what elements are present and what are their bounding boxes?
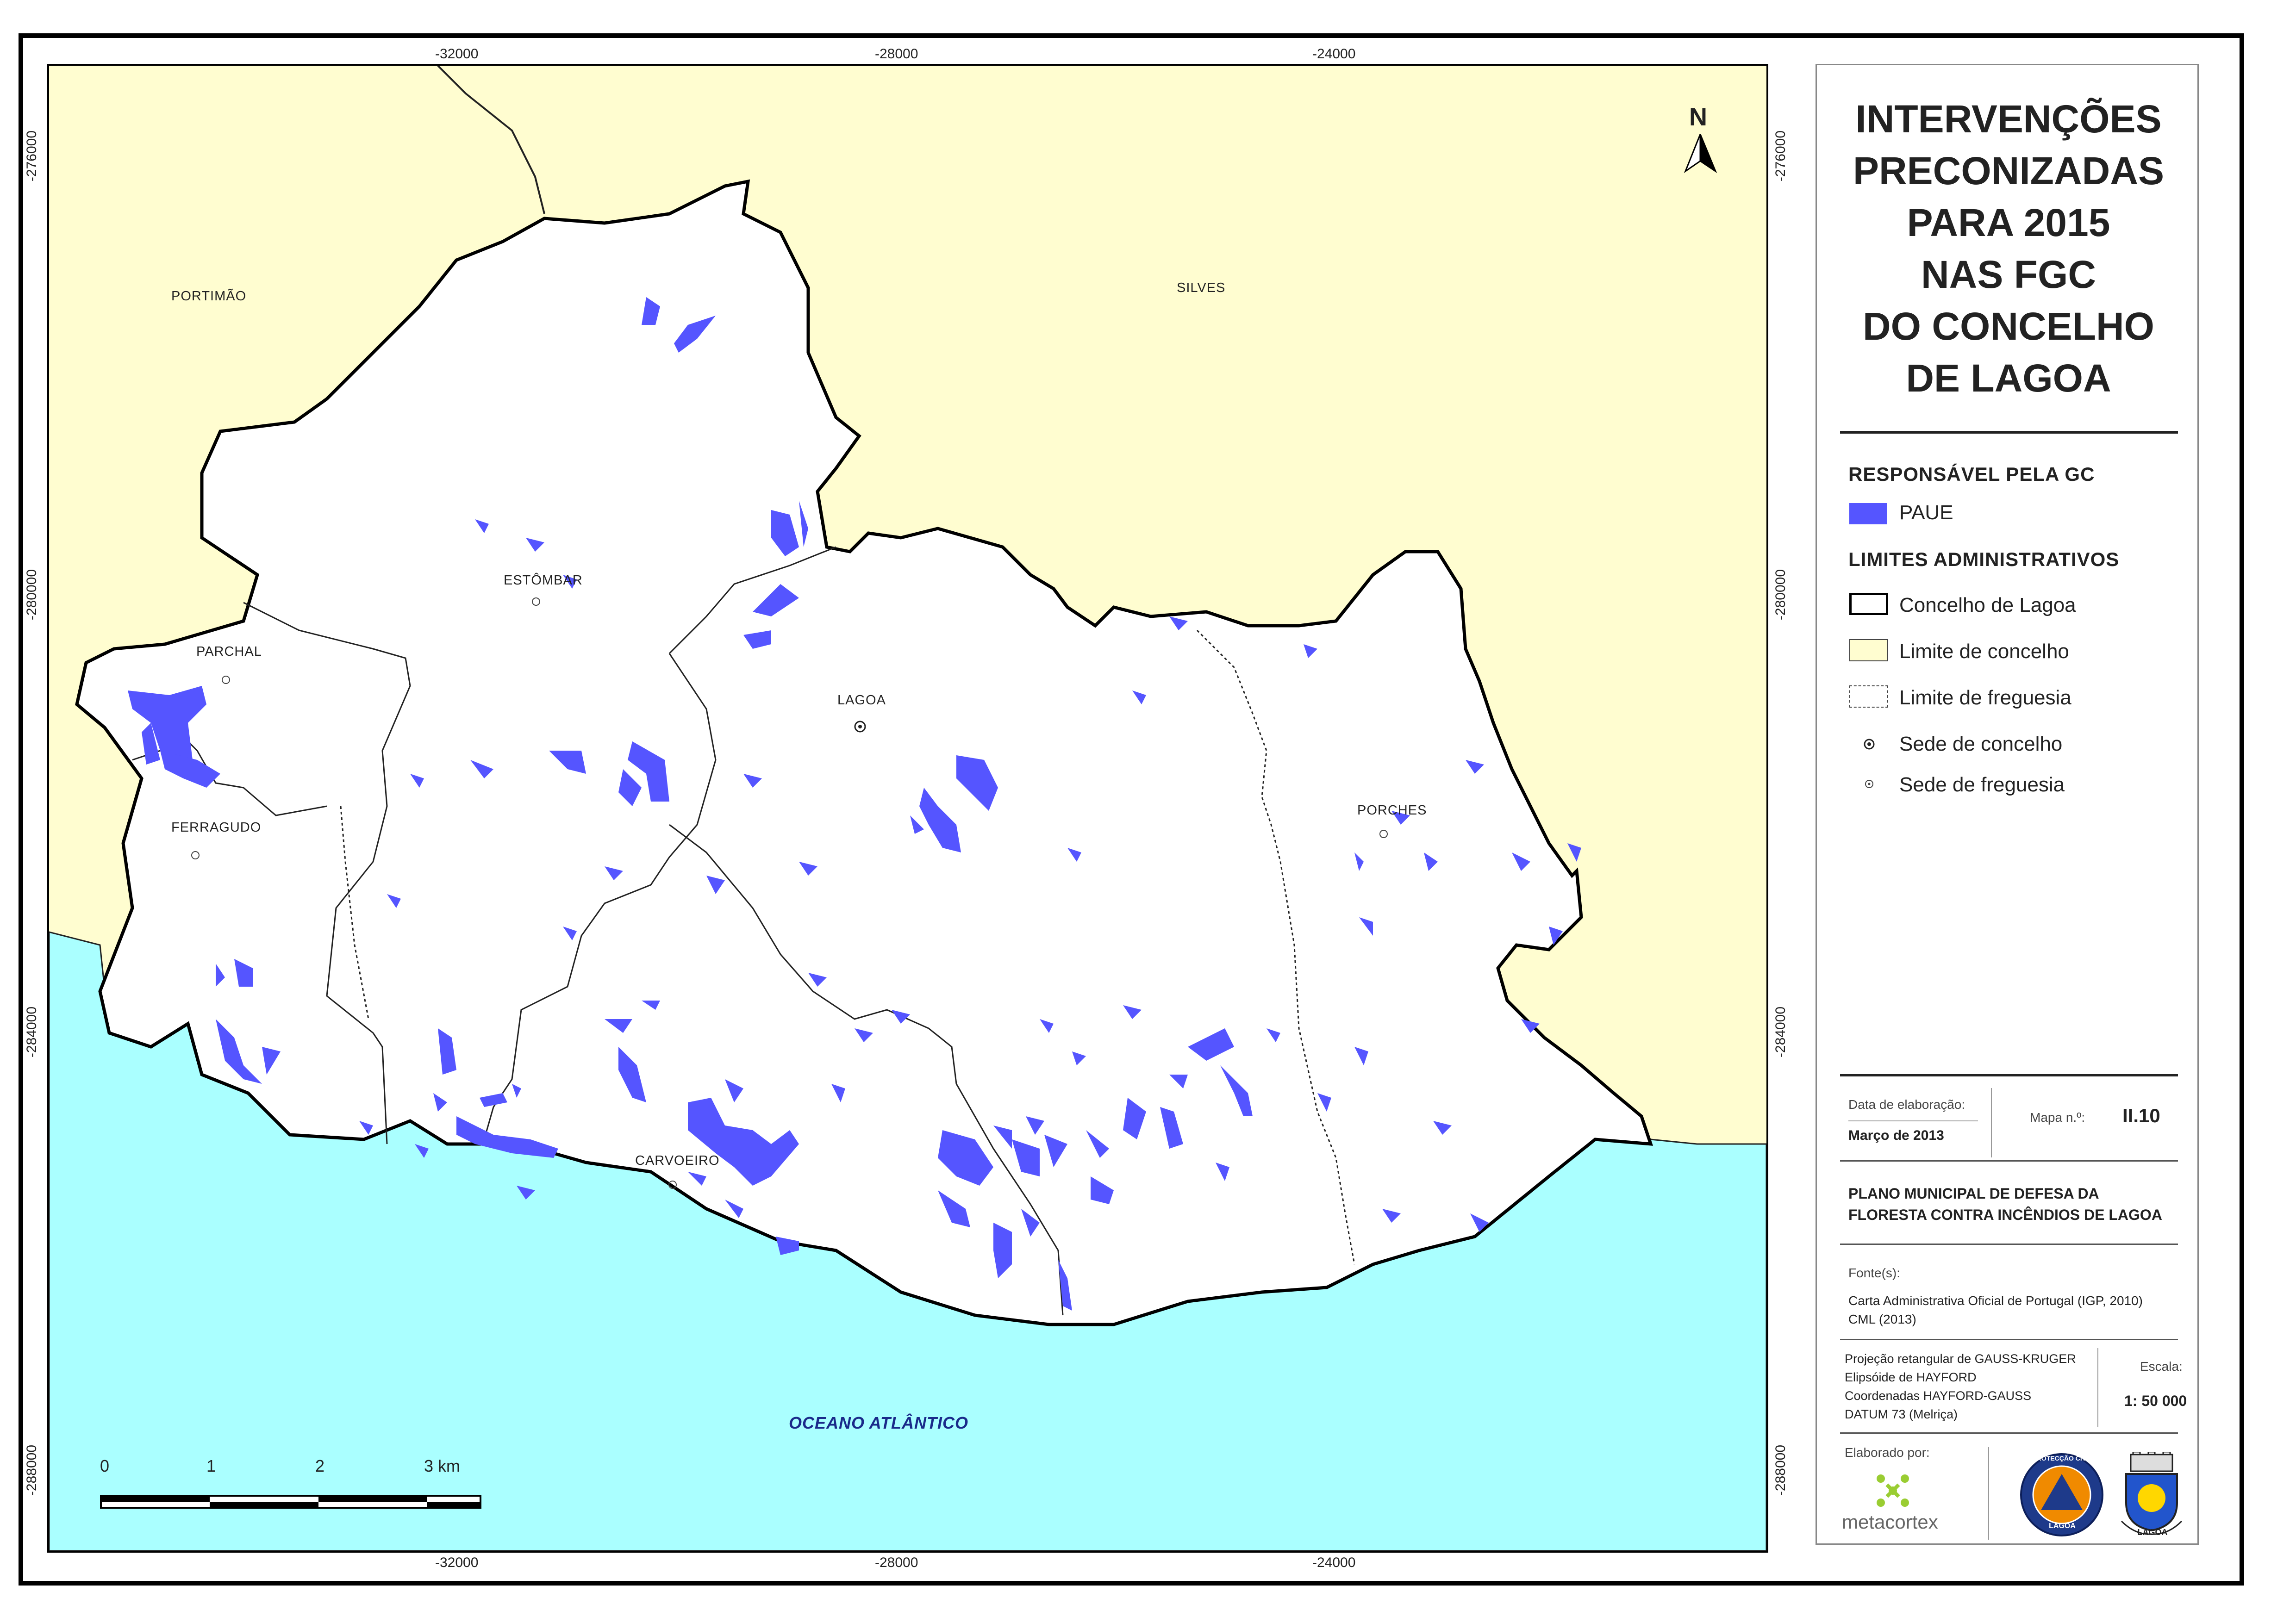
coord-left-3: -284000 xyxy=(24,1006,39,1058)
title-divider xyxy=(1840,431,2178,434)
seal-lagoa-text: LAGOA xyxy=(2049,1522,2076,1530)
source-2: CML (2013) xyxy=(1848,1312,1916,1326)
label-lagoa: LAGOA xyxy=(837,693,886,708)
info-divider-2 xyxy=(1840,1160,2178,1162)
sources-label: Fonte(s): xyxy=(1848,1266,1901,1280)
projection-line-2: Elipsóide de HAYFORD xyxy=(1845,1370,1977,1384)
info-divider-top xyxy=(1840,1074,2178,1076)
map-number-label: Mapa n.º: xyxy=(2030,1110,2085,1125)
legend-label-paue: PAUE xyxy=(1899,501,1953,524)
label-estombar: ESTÔMBAR xyxy=(504,573,583,588)
legend-label-limite-concelho: Limite de concelho xyxy=(1899,640,2069,663)
title-line-5: DO CONCELHO xyxy=(1863,305,2154,348)
date-value: Março de 2013 xyxy=(1848,1128,1944,1143)
title-line-4: NAS FGC xyxy=(1921,253,2096,296)
coord-right-3: -284000 xyxy=(1773,1006,1788,1058)
title-line-2: PRECONIZADAS xyxy=(1853,149,2165,193)
title-line-3: PARA 2015 xyxy=(1907,201,2110,244)
coord-left-4: -288000 xyxy=(24,1444,39,1496)
scale-label-0: 0 xyxy=(100,1456,110,1475)
date-label: Data de elaboração: xyxy=(1848,1097,1965,1112)
metacortex-wordmark: metacortex xyxy=(1842,1511,1938,1533)
label-ferragudo: FERRAGUDO xyxy=(171,820,262,835)
legend-label-sede-freguesia: Sede de freguesia xyxy=(1899,773,2065,796)
map-svg xyxy=(49,66,1766,1551)
source-1: Carta Administrativa Oficial de Portugal… xyxy=(1848,1293,2143,1308)
legend-swatch-concelho-lagoa xyxy=(1849,593,1888,615)
label-porches: PORCHES xyxy=(1357,803,1427,818)
coord-bottom-3: -24000 xyxy=(1312,1555,1356,1570)
legend-heading-responsible: RESPONSÁVEL PELA GC xyxy=(1848,463,2095,485)
legend-swatch-paue xyxy=(1849,503,1887,524)
coord-bottom-1: -32000 xyxy=(435,1555,479,1570)
coord-right-1: -276000 xyxy=(1773,130,1788,182)
scale-value: 1: 50 000 xyxy=(2124,1393,2187,1409)
legend-sede-concelho-icon xyxy=(1864,739,1875,750)
coord-top-3: -24000 xyxy=(1312,46,1356,62)
coord-top-2: -28000 xyxy=(875,46,918,62)
crest-lagoa-text: LAGOA xyxy=(2137,1528,2168,1537)
lagoa-crest-icon xyxy=(2121,1452,2183,1535)
title-line-6: DE LAGOA xyxy=(1906,356,2111,400)
projection-line-3: Coordenadas HAYFORD-GAUSS xyxy=(1845,1389,2032,1403)
label-ocean: OCEANO ATLÂNTICO xyxy=(789,1413,968,1432)
projection-line-1: Projeção retangular de GAUSS-KRUGER xyxy=(1845,1352,2076,1366)
label-parchal: PARCHAL xyxy=(196,644,262,659)
coord-left-2: -280000 xyxy=(24,569,39,621)
north-arrow-icon xyxy=(1684,134,1717,174)
legend-label-concelho-lagoa: Concelho de Lagoa xyxy=(1899,594,2076,616)
info-vsep-1 xyxy=(1991,1088,1992,1157)
projection-line-4: DATUM 73 (Melriça) xyxy=(1845,1407,1958,1421)
legend-swatch-limite-freguesia xyxy=(1849,685,1888,708)
label-carvoeiro: CARVOEIRO xyxy=(635,1153,720,1168)
title-line-1: INTERVENÇÕES xyxy=(1855,97,2162,141)
legend-panel: INTERVENÇÕES PRECONIZADAS PARA 2015 NAS … xyxy=(1816,64,2199,1545)
scale-label: Escala: xyxy=(2140,1359,2183,1374)
scale-label-3: 3 km xyxy=(424,1456,461,1475)
legend-heading-admin: LIMITES ADMINISTRATIVOS xyxy=(1848,548,2120,570)
legend-swatch-limite-concelho xyxy=(1849,639,1888,661)
plan-line-1: PLANO MUNICIPAL DE DEFESA DA xyxy=(1848,1185,2099,1202)
seal-text: PROTECÇÃO CIVIL xyxy=(2032,1455,2092,1462)
metacortex-logo-icon xyxy=(1877,1474,1909,1507)
made-by-label: Elaborado por: xyxy=(1845,1445,1930,1460)
date-underline xyxy=(1848,1120,1978,1121)
coord-right-4: -288000 xyxy=(1773,1444,1788,1496)
coord-bottom-2: -28000 xyxy=(875,1555,918,1570)
legend-sede-freguesia-icon xyxy=(1865,780,1873,788)
coord-top-1: -32000 xyxy=(435,46,479,62)
info-divider-5 xyxy=(1840,1432,2178,1434)
info-divider-3 xyxy=(1840,1244,2178,1245)
scale-label-1: 1 xyxy=(206,1456,216,1475)
north-label: N xyxy=(1689,103,1707,131)
label-silves: SILVES xyxy=(1177,280,1226,295)
scale-label-2: 2 xyxy=(315,1456,325,1475)
scale-bar-graphic xyxy=(100,1495,481,1509)
label-portimao: PORTIMÃO xyxy=(171,289,247,304)
legend-label-sede-concelho: Sede de concelho xyxy=(1899,733,2063,755)
legend-label-limite-freguesia: Limite de freguesia xyxy=(1899,686,2071,709)
plan-line-2: FLORESTA CONTRA INCÊNDIOS DE LAGOA xyxy=(1848,1206,2162,1223)
map-title: INTERVENÇÕES PRECONIZADAS PARA 2015 NAS … xyxy=(1817,93,2200,404)
info-vsep-3 xyxy=(1988,1447,1989,1540)
municipal-boundary-portimao xyxy=(437,66,545,214)
coord-left-1: -276000 xyxy=(24,130,39,182)
map-number-value: II.10 xyxy=(2122,1105,2160,1126)
info-divider-4 xyxy=(1840,1339,2178,1340)
map-area[interactable]: PORTIMÃO SILVES ESTÔMBAR PARCHAL FERRAGU… xyxy=(47,64,1768,1553)
info-vsep-2 xyxy=(2097,1348,2098,1427)
coord-right-2: -280000 xyxy=(1773,569,1788,621)
